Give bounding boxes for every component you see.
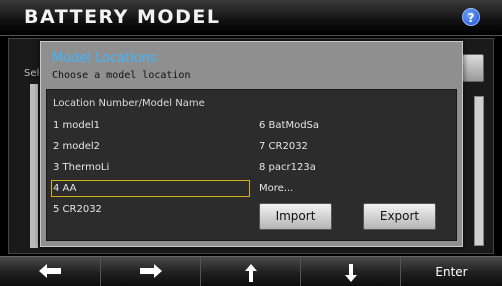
background-button [462,54,484,82]
location-item-1[interactable]: 1 model1 [53,118,100,133]
arrow-up-icon [244,264,257,282]
background-scrollbar [474,96,484,246]
location-list-panel: Location Number/Model Name 1 model1 2 mo… [46,89,457,241]
dialog-subtitle: Choose a model location [52,70,191,81]
arrow-left-icon [39,264,61,278]
location-item-6[interactable]: 6 BatModSa [259,118,319,133]
title-bar: BATTERY MODEL ? [0,0,502,36]
location-item-7[interactable]: 7 CR2032 [259,139,308,154]
nav-left-button[interactable] [0,257,101,286]
app-title: BATTERY MODEL [24,6,221,28]
help-icon[interactable]: ? [462,8,480,26]
list-header: Location Number/Model Name [53,98,205,109]
nav-down-button[interactable] [301,257,401,286]
nav-right-button[interactable] [101,257,201,286]
location-item-3[interactable]: 3 ThermoLi [53,160,109,175]
bottom-nav-bar: Enter [0,256,502,286]
nav-enter-button[interactable]: Enter [401,257,502,286]
location-item-4-selected[interactable]: 4 AA [51,180,250,197]
location-item-8[interactable]: 8 pacr123a [259,160,316,175]
arrow-down-icon [344,264,357,282]
export-button[interactable]: Export [363,203,436,230]
location-item-2[interactable]: 2 model2 [53,139,100,154]
enter-label: Enter [435,265,468,279]
location-item-5[interactable]: 5 CR2032 [53,202,102,217]
model-locations-dialog: Model Locations Choose a model location … [40,41,463,247]
more-locations-item[interactable]: More... [259,181,293,196]
arrow-right-icon [139,264,162,278]
dialog-title: Model Locations [52,51,157,66]
import-button[interactable]: Import [259,203,332,230]
nav-up-button[interactable] [201,257,301,286]
background-list-strip [30,84,38,248]
